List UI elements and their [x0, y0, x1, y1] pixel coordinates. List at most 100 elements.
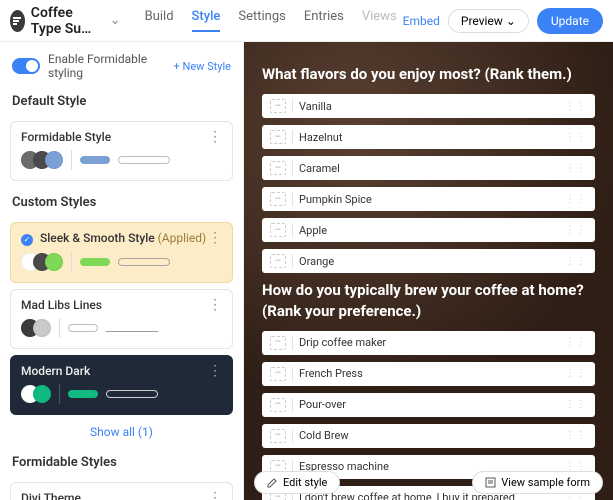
- divider: [292, 161, 293, 175]
- embed-link[interactable]: Embed: [403, 14, 440, 28]
- swatch-dot: [33, 319, 51, 337]
- rank-item[interactable]: –Apple⋮⋮: [262, 218, 595, 242]
- kebab-icon[interactable]: ⋮: [208, 298, 222, 312]
- question-1: What flavors do you enjoy most? (Rank th…: [262, 64, 595, 84]
- rank-label: Apple: [299, 224, 327, 237]
- drag-grip-icon[interactable]: ⋮⋮: [565, 337, 587, 348]
- rank-list-1: –Vanilla⋮⋮–Hazelnut⋮⋮–Caramel⋮⋮–Pumpkin …: [262, 94, 595, 273]
- style-card-moderndark[interactable]: Modern Dark ⋮: [10, 355, 233, 415]
- pencil-icon: [267, 477, 278, 488]
- show-all-link[interactable]: Show all (1): [0, 421, 243, 447]
- swatches: [21, 150, 222, 170]
- divider: [292, 254, 293, 268]
- divider: [292, 223, 293, 237]
- drag-grip-icon[interactable]: ⋮⋮: [565, 256, 587, 267]
- view-sample-label: View sample form: [501, 476, 590, 489]
- rank-item[interactable]: –Vanilla ⋮⋮: [262, 94, 595, 118]
- styling-toggle-row: Enable Formidable styling + New Style: [0, 42, 243, 86]
- divider: [71, 252, 72, 272]
- kebab-icon[interactable]: ⋮: [208, 231, 222, 245]
- kebab-icon[interactable]: ⋮: [208, 491, 222, 500]
- kebab-icon[interactable]: ⋮: [208, 364, 222, 378]
- style-card-divi[interactable]: Divi Theme ⋮: [10, 482, 233, 500]
- rank-label: Orange: [299, 255, 334, 268]
- tab-style[interactable]: Style: [192, 9, 221, 32]
- app-logo-icon: [10, 10, 25, 32]
- form-title: Coffee Type Su…: [31, 5, 102, 37]
- pill: [106, 390, 158, 398]
- section-formidable-styles: Formidable Styles: [0, 447, 243, 476]
- chevron-down-icon[interactable]: ⌄: [110, 13, 121, 28]
- divider: [59, 384, 60, 404]
- style-name: Formidable Style: [21, 130, 111, 144]
- style-card-sleek-applied[interactable]: ✓ Sleek & Smooth Style (Applied) ⋮: [10, 222, 233, 283]
- divider: [292, 192, 293, 206]
- preview-button[interactable]: Preview⌄: [448, 9, 529, 33]
- header: Coffee Type Su… ⌄ Build Style Settings E…: [0, 0, 613, 42]
- rank-number-placeholder: –: [270, 336, 286, 350]
- rank-label: Cold Brew: [299, 429, 349, 442]
- style-sidebar: Enable Formidable styling + New Style De…: [0, 42, 244, 500]
- tab-entries[interactable]: Entries: [304, 9, 344, 32]
- rank-item[interactable]: –Pumpkin Spice⋮⋮: [262, 187, 595, 211]
- rank-label: Caramel: [299, 162, 340, 175]
- rank-item[interactable]: –Caramel ⋮⋮: [262, 156, 595, 180]
- pill: [118, 156, 170, 164]
- pill: [80, 258, 110, 266]
- swatch-dot: [45, 253, 63, 271]
- form-preview: What flavors do you enjoy most? (Rank th…: [244, 42, 613, 500]
- enable-styling-label: Enable Formidable styling: [48, 52, 174, 80]
- divider: [292, 398, 293, 412]
- rank-number-placeholder: –: [270, 398, 286, 412]
- style-name: ✓ Sleek & Smooth Style (Applied): [21, 231, 206, 246]
- drag-grip-icon[interactable]: ⋮⋮: [565, 368, 587, 379]
- question-2: How do you typically brew your coffee at…: [262, 280, 595, 321]
- rank-item[interactable]: –Pour-over⋮⋮: [262, 393, 595, 417]
- rank-number-placeholder: –: [270, 99, 286, 113]
- rank-item[interactable]: –Hazelnut⋮⋮: [262, 125, 595, 149]
- drag-grip-icon[interactable]: ⋮⋮: [565, 399, 587, 410]
- tab-build[interactable]: Build: [145, 9, 174, 32]
- edit-style-label: Edit style: [283, 476, 327, 489]
- edit-style-button[interactable]: Edit style: [254, 471, 340, 494]
- rank-item[interactable]: –Cold Brew⋮⋮: [262, 424, 595, 448]
- swatch-dot: [45, 151, 63, 169]
- swatch-dot: [33, 385, 51, 403]
- drag-grip-icon[interactable]: ⋮⋮: [565, 430, 587, 441]
- preview-label: Preview: [461, 14, 503, 28]
- rank-item[interactable]: –French Press ⋮⋮: [262, 362, 595, 386]
- section-custom-styles: Custom Styles: [0, 187, 243, 216]
- kebab-icon[interactable]: ⋮: [208, 130, 222, 144]
- drag-grip-icon[interactable]: ⋮⋮: [565, 101, 587, 112]
- rank-label: Vanilla: [299, 100, 332, 113]
- pill: [80, 156, 110, 164]
- tab-views[interactable]: Views: [362, 9, 397, 32]
- enable-styling-toggle[interactable]: [12, 58, 40, 74]
- tab-settings[interactable]: Settings: [238, 9, 285, 32]
- rank-label: Hazelnut: [299, 131, 342, 144]
- drag-grip-icon[interactable]: ⋮⋮: [565, 194, 587, 205]
- rank-label: Pumpkin Spice: [299, 193, 372, 206]
- pill: [106, 324, 158, 332]
- rank-item[interactable]: –Drip coffee maker⋮⋮: [262, 331, 595, 355]
- drag-grip-icon[interactable]: ⋮⋮: [565, 132, 587, 143]
- rank-label: French Press: [299, 367, 363, 380]
- rank-item[interactable]: –Orange ⋮⋮: [262, 249, 595, 273]
- drag-grip-icon[interactable]: ⋮⋮: [565, 163, 587, 174]
- drag-grip-icon[interactable]: ⋮⋮: [565, 225, 587, 236]
- style-name-text: Sleek & Smooth Style: [40, 231, 155, 245]
- style-card-formidable[interactable]: Formidable Style ⋮: [10, 121, 233, 181]
- rank-number-placeholder: –: [270, 367, 286, 381]
- divider: [292, 130, 293, 144]
- style-card-madlibs[interactable]: Mad Libs Lines ⋮: [10, 289, 233, 349]
- divider: [292, 99, 293, 113]
- chevron-down-icon: ⌄: [506, 14, 516, 28]
- style-name: Divi Theme: [21, 491, 81, 500]
- new-style-link[interactable]: + New Style: [174, 60, 232, 73]
- rank-number-placeholder: –: [270, 161, 286, 175]
- update-button[interactable]: Update: [537, 8, 603, 34]
- rank-number-placeholder: –: [270, 254, 286, 268]
- divider: [59, 318, 60, 338]
- view-sample-button[interactable]: View sample form: [472, 471, 603, 494]
- form-icon: [485, 477, 496, 488]
